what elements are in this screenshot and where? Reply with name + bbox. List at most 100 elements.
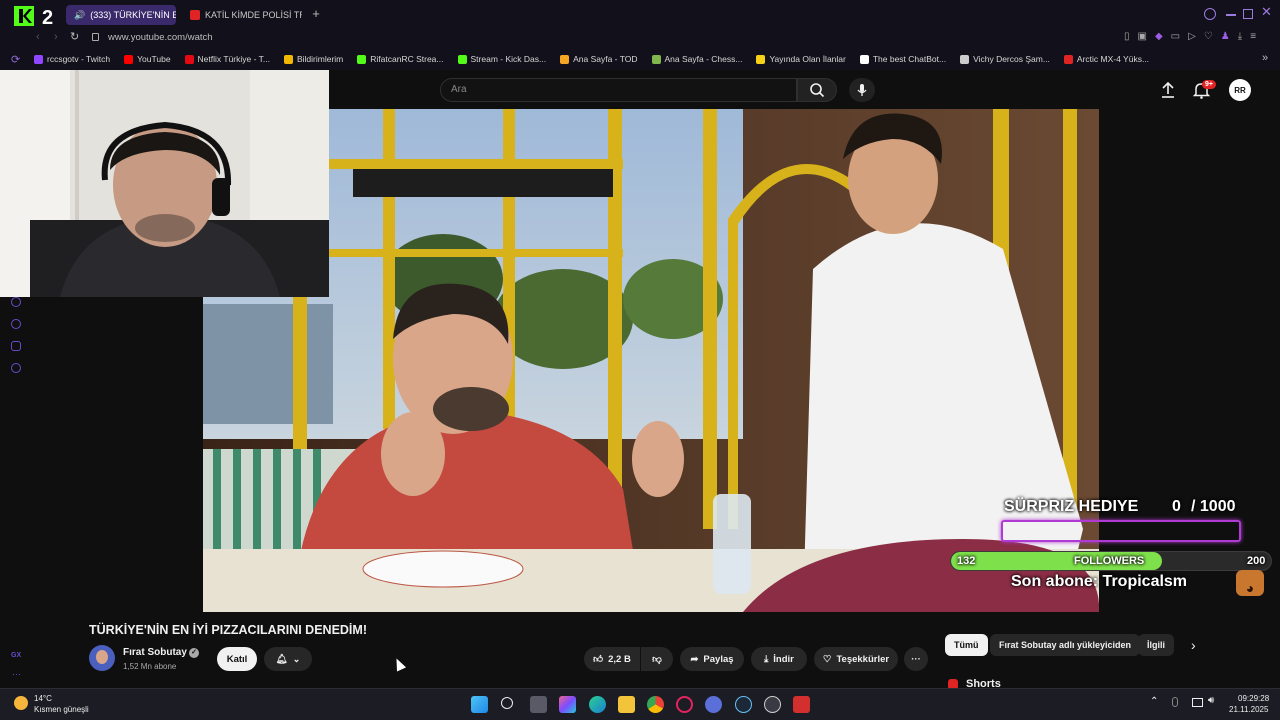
download-button[interactable]: ⤓ İndir [751,647,807,671]
opera-gx-icon[interactable] [676,696,693,713]
bookmark-item[interactable]: rccsgotv - Twitch [34,54,110,64]
search-input[interactable]: Ara [440,78,797,102]
join-button[interactable]: Katıl [217,647,257,671]
maximize-button[interactable] [1243,9,1253,19]
player-icon[interactable]: ▷ [1188,31,1196,42]
forward-arrow-icon[interactable]: › [54,31,58,43]
task-view-icon[interactable] [530,696,547,713]
minimize-button[interactable] [1226,14,1236,16]
heart-icon[interactable]: ♡ [1204,31,1213,42]
tray-mic-icon[interactable] [1172,697,1178,707]
more-actions-button[interactable]: ··· [904,647,928,671]
upload-button[interactable] [1160,81,1176,104]
search-tabs-icon[interactable] [1204,8,1216,20]
clock-time[interactable]: 09:29:28 [1238,694,1269,703]
windows-start-icon[interactable] [471,696,488,713]
like-button[interactable]: 👍︎ 2,2 B [584,647,640,671]
bookmark-label: RifatcanRC Strea... [370,54,444,64]
bookmarks-overflow-icon[interactable]: » [1262,52,1268,64]
more-sidebar-icon[interactable]: ··· [12,669,21,679]
copilot-icon[interactable] [559,696,576,713]
bookmark-favicon-icon [651,54,661,64]
chips-next-icon[interactable]: › [1191,637,1196,653]
app-blue-icon[interactable] [705,696,722,713]
bookmark-favicon-icon [124,54,134,64]
bookmark-favicon-icon [457,54,467,64]
thumbs-down-icon: 👎︎ [652,654,662,665]
chrome-icon[interactable] [647,696,664,713]
bookmark-item[interactable]: The best ChatBot... [859,54,946,64]
tray-overflow-icon[interactable]: ⌃ [1150,696,1158,707]
bookmark-item[interactable]: Stream - Kick Das... [457,54,546,64]
download-label: İndir [773,653,794,665]
app-red-icon[interactable] [793,696,810,713]
clock-date[interactable]: 21.11.2025 [1229,705,1268,714]
bell-icon: 🔔︎ [275,653,288,665]
bookmark-item[interactable]: Ana Sayfa - Chess... [651,54,743,64]
weather-temp[interactable]: 14°C [34,694,52,703]
share-button[interactable]: ➦ Paylaş [680,647,744,671]
bookmark-item[interactable]: Bildirimlerim [283,54,343,64]
profile-icon[interactable]: ♟ [1221,31,1230,42]
bookmark-favicon-icon [34,54,43,64]
app-gear-icon[interactable] [764,696,781,713]
avatar[interactable]: RR [1229,79,1251,101]
voice-search-button[interactable] [849,78,875,102]
bookmark-label: Ana Sayfa - Chess... [664,54,743,64]
video-player[interactable] [203,109,1099,612]
player-sidebar-icon[interactable] [11,297,21,307]
search-button[interactable] [797,78,837,102]
settings-sidebar-icon[interactable] [11,363,21,373]
tab-label: (333) TÜRKİYE'NİN E [90,10,176,20]
url-text[interactable]: www.youtube.com/watch [108,32,213,43]
snapshot-icon[interactable]: ▣ [1138,31,1147,42]
share-icon: ➦ [690,653,699,665]
dislike-button[interactable]: 👎︎ [641,647,673,671]
shield-icon[interactable]: ◆ [1155,31,1163,42]
bookmark-label: Netflix Türkiye - T... [197,54,270,64]
chip-uploader[interactable]: Fırat Sobutay adlı yükleyiciden [990,634,1141,656]
chip-all[interactable]: Tümü [945,634,988,656]
gift-goal-total: / 1000 [1191,498,1236,515]
reload-icon[interactable]: ↻ [70,30,79,43]
tray-display-icon[interactable] [1192,698,1203,707]
refresh-speed-icon[interactable]: ⟳ [11,53,20,66]
extensions-sidebar-icon[interactable] [11,341,21,351]
history-sidebar-icon[interactable] [11,319,21,329]
bookmarks-bar: rccsgotv - Twitch YouTube Netflix Türkiye … [0,48,1280,70]
new-tab-button[interactable]: + [309,7,323,21]
steam-icon[interactable] [735,696,752,713]
bookmark-item[interactable]: Netflix Türkiye - T... [184,54,270,64]
channel-name[interactable]: Fırat Sobutay [123,647,187,658]
extension-icons[interactable]: ▯ ▣ ◆ ▭ ▷ ♡ ♟ ⤓ ≡ [1124,31,1256,42]
chip-related[interactable]: İlgili [1138,634,1174,656]
file-explorer-icon[interactable] [618,696,635,713]
bookmark-item[interactable]: Ana Sayfa - TOD [560,54,638,64]
bookmark-favicon-icon [184,54,194,64]
subscription-bell-button[interactable]: 🔔︎ ⌄ [264,647,312,671]
last-subscriber: Son abone: Tropicalsm [1011,573,1188,590]
tab-youtube-active[interactable]: 🔊 (333) TÜRKİYE'NİN E [66,5,176,25]
thanks-button[interactable]: ♡ Teşekkürler [814,647,898,671]
join-label: Katıl [226,653,248,665]
back-arrow-icon[interactable]: ‹ [36,31,40,43]
edge-icon[interactable] [589,696,606,713]
bookmark-favicon-icon [357,54,367,64]
channel-avatar[interactable] [89,645,115,671]
download-icon[interactable]: ⤓ [1238,31,1242,42]
taskbar-search-icon[interactable] [501,697,513,709]
tab-second[interactable]: KATİL KİMDE POLİSİ TRO [182,5,302,25]
weather-desc[interactable]: Kısmen güneşli [34,705,89,714]
wallet-icon[interactable]: ▭ [1171,31,1180,42]
followers-current: 132 [957,555,976,567]
bookmark-item[interactable]: Vichy Dercos Şam... [960,54,1050,64]
bookmark-item[interactable]: RifatcanRC Strea... [357,54,444,64]
menu-icon[interactable]: ≡ [1250,31,1256,42]
bookmark-item[interactable]: Yayında Olan İlanlar [756,54,846,64]
bookmark-icon[interactable]: ▯ [1124,31,1130,42]
tray-volume-icon[interactable]: 🔊︎ [1208,695,1214,706]
close-button[interactable]: ✕ [1261,4,1273,20]
bookmark-item[interactable]: YouTube [124,54,171,64]
bookmark-label: Yayında Olan İlanlar [769,54,846,64]
bookmark-item[interactable]: Arctic MX-4 Yüks... [1063,54,1149,64]
